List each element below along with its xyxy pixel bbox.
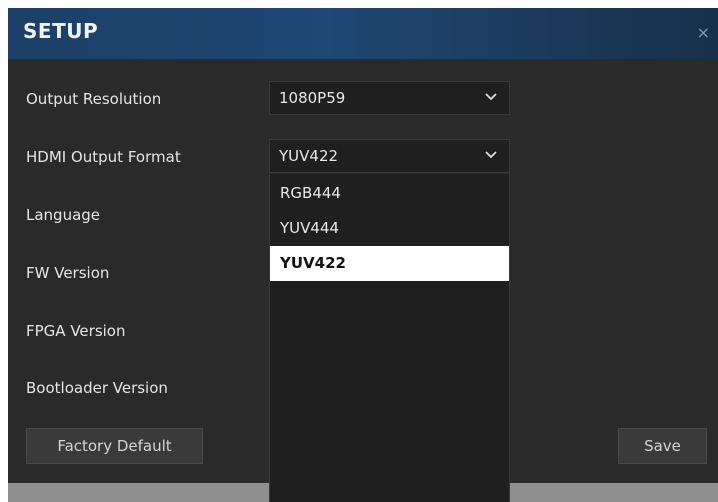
hdmi-output-format-label: HDMI Output Format: [26, 148, 181, 166]
output-resolution-value: 1080P59: [279, 89, 346, 107]
close-icon[interactable]: ×: [697, 25, 710, 41]
chevron-down-icon: [485, 93, 497, 101]
hdmi-format-dropdown-list: RGB444 YUV444 YUV422: [269, 174, 510, 502]
bootloader-version-label: Bootloader Version: [26, 379, 168, 397]
dialog-title: SETUP: [23, 19, 99, 43]
save-button[interactable]: Save: [618, 428, 707, 464]
output-resolution-select[interactable]: 1080P59: [269, 81, 510, 115]
fpga-version-label: FPGA Version: [26, 322, 126, 340]
setup-dialog: SETUP × Output Resolution 1080P59 HDMI O…: [8, 8, 718, 502]
factory-default-button[interactable]: Factory Default: [26, 428, 203, 464]
chevron-down-icon: [485, 151, 497, 159]
hdmi-output-format-select[interactable]: YUV422: [269, 139, 510, 173]
fw-version-label: FW Version: [26, 264, 110, 282]
language-label: Language: [26, 206, 101, 224]
dropdown-option-yuv422[interactable]: YUV422: [270, 246, 509, 281]
dropdown-option-rgb444[interactable]: RGB444: [270, 176, 509, 211]
hdmi-output-format-value: YUV422: [279, 147, 339, 165]
title-bar: SETUP ×: [8, 8, 718, 59]
output-resolution-label: Output Resolution: [26, 90, 162, 108]
dropdown-option-yuv444[interactable]: YUV444: [270, 211, 509, 246]
